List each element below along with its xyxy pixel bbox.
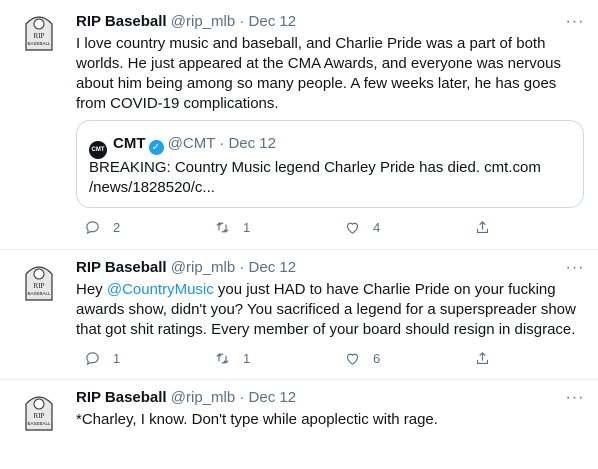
svg-text:BASEBALL: BASEBALL	[27, 291, 51, 296]
cmt-logo-icon: CMT	[89, 141, 107, 159]
tweet-1[interactable]: RIP BASEBALL RIP Baseball @rip_mlb · Dec…	[0, 0, 598, 250]
share-button[interactable]	[474, 348, 503, 368]
separator-dot: ·	[239, 13, 245, 30]
svg-text:RIP: RIP	[34, 412, 45, 420]
like-icon	[346, 222, 359, 234]
svg-text:BASEBALL: BASEBALL	[27, 41, 51, 46]
quoted-tweet[interactable]: CMT CMT ✓ @CMT · Dec 12 BREAKING: Country …	[76, 120, 584, 208]
share-icon	[476, 351, 489, 364]
avatar[interactable]: RIP BASEBALL	[22, 262, 56, 302]
separator-dot: ·	[239, 389, 245, 406]
svg-text:RIP: RIP	[34, 32, 45, 40]
like-icon	[346, 353, 359, 365]
reply-button[interactable]: 2	[84, 217, 120, 237]
retweet-button[interactable]: 1	[214, 217, 250, 237]
retweet-count: 1	[243, 219, 251, 235]
more-icon[interactable]: ···	[564, 390, 586, 407]
retweet-icon	[216, 352, 229, 364]
more-icon[interactable]: ···	[564, 260, 586, 277]
like-button[interactable]: 4	[344, 217, 380, 237]
author-name[interactable]: RIP Baseball	[76, 259, 167, 276]
more-icon[interactable]: ···	[564, 14, 586, 31]
verified-badge-icon: ✓	[148, 140, 164, 155]
mention-link[interactable]: @CountryMusic	[107, 281, 214, 298]
svg-text:RIP: RIP	[34, 282, 45, 290]
quoted-tweet-date: Dec 12	[228, 135, 276, 152]
tweet-text: *Charley, I know. Don't type while apopl…	[76, 411, 438, 428]
quoted-author-name: CMT	[113, 135, 146, 152]
separator-dot: ·	[219, 135, 225, 152]
tweet-text: Hey @CountryMusic you just HAD to have C…	[76, 280, 586, 340]
like-button[interactable]: 6	[344, 348, 380, 368]
quoted-tweet-text: BREAKING: Country Music legend Charley P…	[89, 159, 541, 196]
tweet-date[interactable]: Dec 12	[249, 259, 297, 276]
tweet-date[interactable]: Dec 12	[249, 13, 297, 30]
reply-icon	[86, 351, 99, 365]
reply-button[interactable]: 1	[84, 348, 120, 368]
author-name[interactable]: RIP Baseball	[76, 13, 167, 30]
quoted-author-handle: @CMT	[167, 135, 216, 152]
share-icon	[476, 220, 489, 233]
reply-count: 2	[113, 219, 121, 235]
author-name[interactable]: RIP Baseball	[76, 389, 167, 406]
retweet-icon	[216, 221, 229, 233]
svg-text:BASEBALL: BASEBALL	[27, 421, 51, 426]
retweet-count: 1	[243, 350, 251, 366]
author-handle[interactable]: @rip_mlb	[171, 13, 235, 30]
reply-icon	[86, 220, 99, 234]
like-count: 4	[373, 219, 381, 235]
reply-count: 1	[113, 350, 121, 366]
tweet-3[interactable]: RIP BASEBALL RIP Baseball @rip_mlb · Dec…	[0, 380, 598, 469]
tweet-text: I love country music and baseball, and C…	[76, 35, 561, 112]
like-count: 6	[373, 350, 381, 366]
tweet-date[interactable]: Dec 12	[249, 389, 297, 406]
author-handle[interactable]: @rip_mlb	[171, 259, 235, 276]
retweet-button[interactable]: 1	[214, 348, 250, 368]
separator-dot: ·	[239, 259, 245, 276]
tweet-2[interactable]: RIP BASEBALL RIP Baseball @rip_mlb · Dec…	[0, 250, 598, 380]
tweet-text-start: Hey	[76, 281, 107, 298]
share-button[interactable]	[474, 217, 503, 237]
avatar[interactable]: RIP BASEBALL	[22, 12, 56, 52]
avatar[interactable]: RIP BASEBALL	[22, 392, 56, 432]
author-handle[interactable]: @rip_mlb	[171, 389, 235, 406]
